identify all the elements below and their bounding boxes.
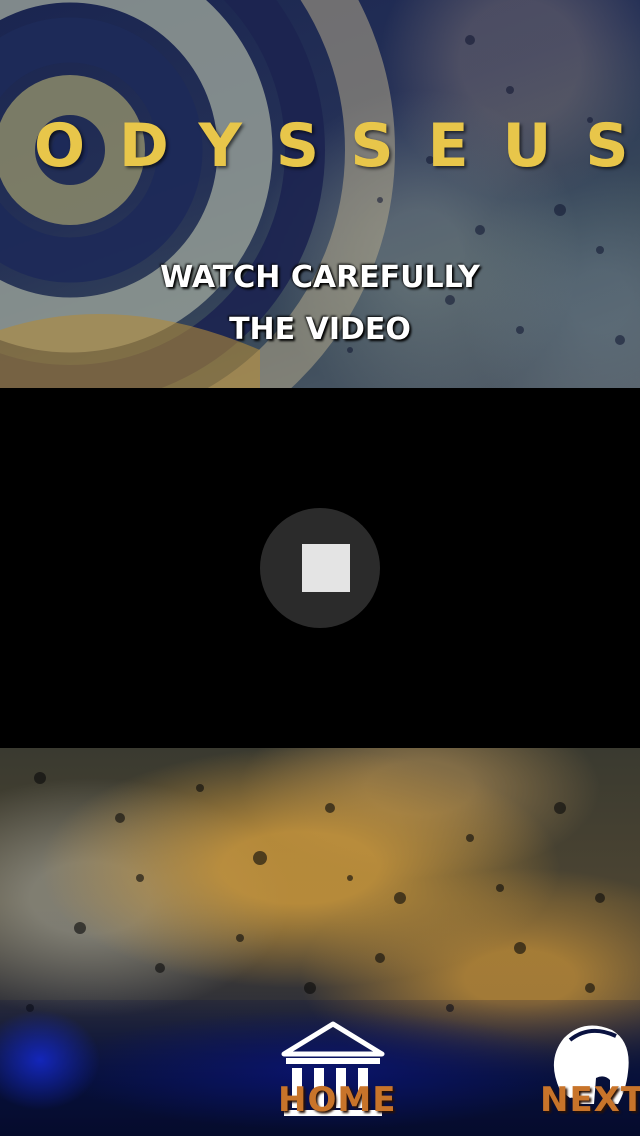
next-button[interactable]: NEXT xyxy=(540,1020,640,1128)
app-title: ODYSSEUS xyxy=(34,111,640,181)
video-player[interactable] xyxy=(0,388,640,748)
app-screen: ODYSSEUS WATCH CAREFULLY THE VIDEO HOME … xyxy=(0,0,640,1136)
home-button[interactable]: HOME xyxy=(278,1020,397,1128)
home-label: HOME xyxy=(278,1080,397,1120)
next-label: NEXT xyxy=(540,1080,640,1120)
instruction-line-1: WATCH CAREFULLY xyxy=(160,260,480,295)
stop-button[interactable] xyxy=(260,508,380,628)
stop-icon xyxy=(302,544,350,592)
instruction-line-2: THE VIDEO xyxy=(229,312,411,347)
